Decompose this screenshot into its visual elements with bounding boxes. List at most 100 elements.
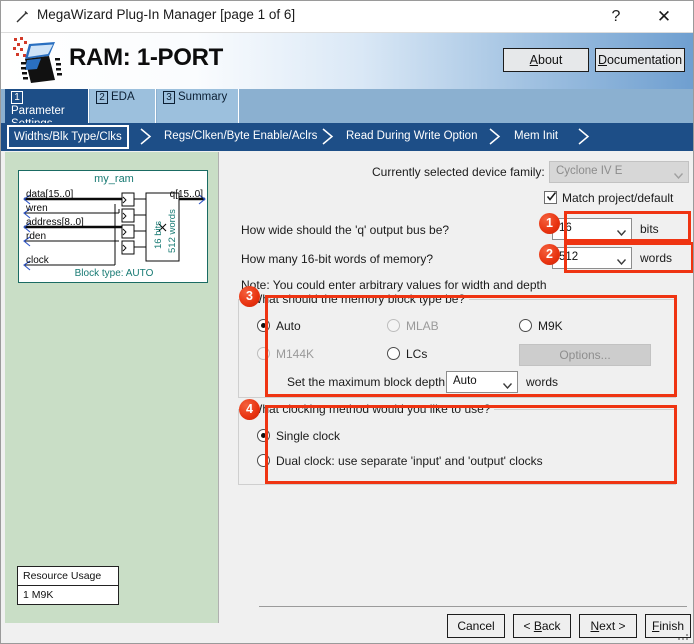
memory-block-type-group: What should the memory block type be? Au… [238, 292, 676, 398]
output-width-value: 16 [559, 222, 572, 234]
device-family-label: Currently selected device family: [372, 165, 545, 179]
back-rest: ack [541, 619, 561, 633]
tab-1-number: 1 [11, 91, 23, 104]
memory-depth-value: 512 [559, 251, 579, 263]
radio-dot-single-clock [257, 429, 270, 442]
breadcrumb-regs-clken-byte-enable-aclrs[interactable]: Regs/Clken/Byte Enable/Aclrs [159, 126, 322, 147]
banner: RAM: 1-PORT About Documentation [1, 33, 693, 89]
diagram-port-address: address[8..0] [26, 217, 84, 228]
depth-units-label: words [640, 251, 673, 265]
page-title: RAM: 1-PORT [69, 44, 224, 71]
breadcrumb-mem-init[interactable]: Mem Init [509, 126, 563, 147]
diagram-port-data: data[15..0] [26, 189, 74, 200]
tab-2-number: 2 [96, 91, 108, 104]
breadcrumb-read-during-write-option[interactable]: Read During Write Option [341, 126, 482, 147]
tab-2-label: EDA [111, 91, 135, 103]
radio-block-type-m9k[interactable]: M9K [519, 319, 563, 333]
tab-parameter-settings[interactable]: 1Parameter Settings [5, 89, 89, 130]
tab-strip: 1Parameter Settings 2EDA 3Summary [1, 89, 693, 130]
cancel-label: Cancel [457, 619, 495, 633]
radio-block-type-m144k: M144K [257, 347, 314, 361]
chevron-down-icon-blockdepth [502, 380, 513, 390]
radio-block-type-auto[interactable]: Auto [257, 319, 301, 333]
chevron-right-icon-2 [321, 128, 335, 145]
ram-block-diagram: my_ram data[15..0] wren address[8..0] rd… [18, 170, 208, 283]
diagram-port-wren: wren [26, 203, 48, 214]
width-question-label: How wide should the 'q' output bus be? [241, 223, 450, 237]
memory-depth-select[interactable]: 512 [552, 247, 632, 269]
radio-label-m144k: M144K [276, 347, 315, 361]
resource-usage-title: Resource Usage [18, 567, 118, 586]
breadcrumb-widths-blk-type-clks[interactable]: Widths/Blk Type/Clks [7, 125, 129, 149]
megawizard-window: MegaWizard Plug-In Manager [page 1 of 6]… [0, 0, 694, 644]
breadcrumb: Widths/Blk Type/Clks Regs/Clken/Byte Ena… [1, 123, 693, 151]
about-accel: A [529, 53, 538, 67]
checkbox-box [544, 191, 557, 204]
radio-dot-m9k [519, 319, 532, 332]
chevron-right-icon-3 [488, 128, 502, 145]
device-family-value: Cyclone IV E [556, 165, 623, 177]
memory-block-type-legend: What should the memory block type be? [247, 292, 470, 306]
resource-usage-value: 1 M9K [23, 589, 54, 601]
radio-label-lcs: LCs [406, 347, 428, 361]
doc-rest: ocumentation [606, 53, 683, 67]
radio-dot-auto [257, 319, 270, 332]
max-block-depth-value: Auto [453, 375, 477, 387]
window-title: MegaWizard Plug-In Manager [page 1 of 6] [37, 7, 296, 22]
output-width-select[interactable]: 16 [552, 218, 632, 240]
device-family-select[interactable]: Cyclone IV E [549, 161, 689, 183]
documentation-button[interactable]: Documentation [595, 48, 685, 72]
next-rest: ext > [599, 619, 626, 633]
parameter-form: Currently selected device family: Cyclon… [220, 152, 693, 592]
back-button[interactable]: < Back [513, 614, 571, 638]
next-button[interactable]: Next > [579, 614, 637, 638]
chevron-down-icon-depth [616, 256, 627, 266]
radio-dual-clock[interactable]: Dual clock: use separate 'input' and 'ou… [257, 454, 543, 468]
diagram-core-width: 16 bits [153, 221, 164, 249]
about-rest: bout [538, 53, 563, 67]
radio-dot-mlab [387, 319, 400, 332]
tab-3-label: Summary [178, 91, 228, 103]
radio-label-dual-clock: Dual clock: use separate 'input' and 'ou… [276, 454, 543, 468]
clocking-method-legend: What clocking method would you like to u… [247, 402, 495, 416]
cancel-button[interactable]: Cancel [447, 614, 505, 638]
arbitrary-values-note: Note: You could enter arbitrary values f… [241, 278, 547, 292]
depth-question-label: How many 16-bit words of memory? [241, 252, 434, 266]
radio-block-type-lcs[interactable]: LCs [387, 347, 427, 361]
symbol-preview-panel: my_ram data[15..0] wren address[8..0] rd… [5, 152, 219, 623]
next-accel: N [590, 619, 600, 633]
clocking-method-group: What clocking method would you like to u… [238, 402, 676, 485]
tab-summary[interactable]: 3 Summary [157, 89, 239, 123]
diagram-port-q: q[15..0] [169, 189, 203, 200]
chevron-right-icon-1 [139, 128, 153, 145]
radio-label-auto: Auto [276, 319, 301, 333]
radio-dot-m144k [257, 347, 270, 360]
resize-grip-icon[interactable] [678, 629, 690, 641]
tab-eda[interactable]: 2 EDA [90, 89, 156, 123]
chevron-right-icon-4 [577, 128, 591, 145]
annotation-badge-2: 2 [539, 244, 560, 265]
title-bar: MegaWizard Plug-In Manager [page 1 of 6]… [1, 1, 693, 33]
about-button[interactable]: About [503, 48, 589, 72]
match-project-default-checkbox[interactable]: Match project/default [544, 191, 673, 205]
radio-label-mlab: MLAB [406, 319, 439, 333]
help-button[interactable]: ? [601, 4, 631, 30]
close-icon[interactable]: ✕ [647, 4, 681, 30]
annotation-badge-1: 1 [539, 213, 560, 234]
max-block-depth-select[interactable]: Auto [446, 371, 518, 393]
wand-icon [15, 10, 29, 24]
check-icon [546, 191, 557, 202]
resource-usage-box: Resource Usage 1 M9K [17, 566, 119, 605]
chevron-down-icon-device [673, 170, 684, 180]
tab-3-number: 3 [163, 91, 175, 104]
block-type-options-button: Options... [519, 344, 651, 366]
diagram-port-clock: clock [26, 255, 49, 266]
radio-single-clock[interactable]: Single clock [257, 429, 340, 443]
annotation-badge-3: 3 [239, 286, 260, 307]
max-block-depth-label: Set the maximum block depth to [287, 375, 459, 389]
back-accel: B [533, 619, 542, 633]
footer-divider [259, 606, 687, 607]
diagram-block-type: Block type: AUTO [74, 268, 154, 279]
radio-label-m9k: M9K [538, 319, 563, 333]
diagram-port-rden: rden [26, 231, 47, 242]
